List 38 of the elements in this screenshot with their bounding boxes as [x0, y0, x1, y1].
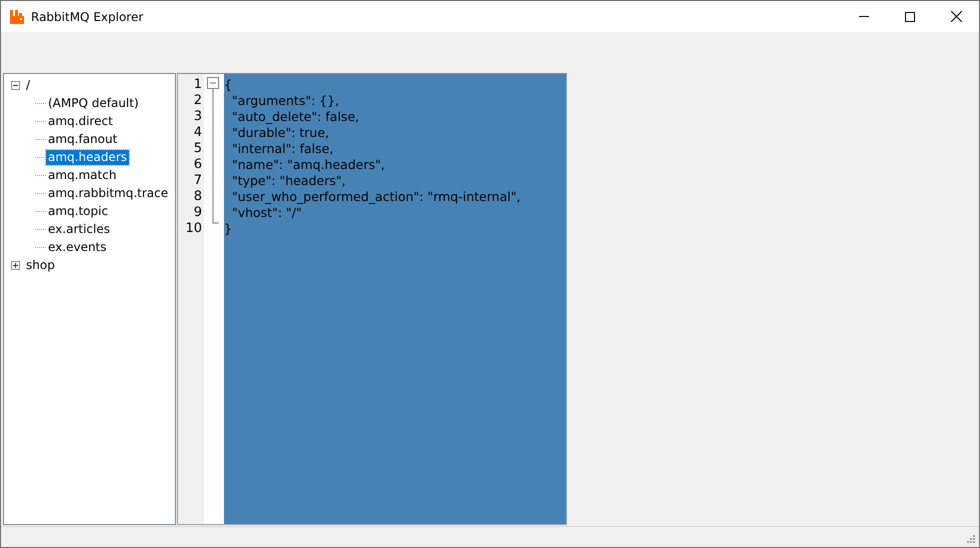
code-line: "durable": true, [230, 125, 330, 141]
code-line: } [224, 221, 233, 237]
rabbit-logo-icon [9, 8, 25, 24]
code-line: "type": "headers", [230, 173, 347, 189]
code-line: "vhost": "/" [230, 205, 303, 221]
json-editor[interactable]: 1 2 3 4 5 6 7 8 9 10 { "arguments": {}, "auto_delete": false, "durable": true, "internal": false, "name": "amq.headers", "type": "headers", "user_who_performed_action": "rmq-internal", "vhost": "/" } [177, 73, 567, 525]
resize-grip-icon[interactable] [967, 535, 976, 544]
code-line: "name": "amq.headers", [230, 157, 386, 173]
line-number: 2 [192, 93, 203, 109]
tree-item[interactable]: ex.events [46, 240, 109, 254]
expand-toggle-icon[interactable] [11, 260, 20, 270]
line-number: 6 [192, 157, 203, 173]
tree-item[interactable]: ex.articles [46, 222, 112, 236]
line-number: 4 [192, 125, 203, 141]
collapse-toggle-icon[interactable] [11, 80, 20, 90]
tree-item[interactable]: amq.match [46, 168, 118, 182]
tree-item[interactable]: / [24, 78, 32, 92]
code-line: "arguments": {}, [230, 93, 340, 109]
code-line: "internal": false, [230, 141, 334, 157]
tree-item[interactable]: amq.rabbitmq.trace [46, 186, 170, 200]
window-title: RabbitMQ Explorer [31, 8, 144, 26]
line-number: 7 [192, 173, 203, 189]
code-line: "user_who_performed_action": "rmq-internal", [230, 189, 522, 205]
tree-item[interactable]: amq.fanout [46, 132, 120, 146]
line-number: 10 [184, 221, 203, 237]
tree-item[interactable]: shop [24, 258, 57, 272]
tree-item[interactable]: amq.direct [46, 114, 115, 128]
fold-marker-icon[interactable] [207, 77, 220, 225]
line-number: 3 [192, 109, 203, 125]
line-number: 1 [192, 77, 203, 93]
code-line: "auto_delete": false, [230, 109, 360, 125]
line-number: 8 [192, 189, 203, 205]
tree-item[interactable]: amq.headers [46, 150, 130, 164]
line-number: 9 [192, 205, 203, 221]
tree-item[interactable]: amq.topic [46, 204, 110, 218]
line-number: 5 [192, 141, 203, 157]
code-line: { [224, 77, 233, 93]
tree-item[interactable]: (AMPQ default) [46, 96, 141, 110]
